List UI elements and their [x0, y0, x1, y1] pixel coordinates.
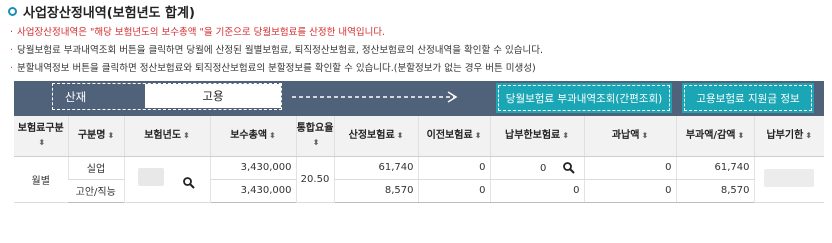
napbuhan-cell: 0: [489, 156, 584, 180]
notice-2: · 당월보험료 부과내역조회 버튼을 클릭하면 당월에 산정된 월별보험료, 퇴직…: [10, 45, 544, 56]
calculation-table: 보험료구분⬍ 구분명 ⬍ 보험년도 ⬍ 보수총액 ⬍ 통합요율⬍ 산정보험료 ⬍ 이전보…: [14, 116, 824, 203]
search-icon[interactable]: [182, 176, 196, 190]
sort-icon: ⬍: [641, 131, 649, 140]
notice-1: · 사업장산정내역은 "해당 보험년도의 보수총액 "을 기준으로 당월보험료를 …: [10, 27, 386, 38]
col-header-year[interactable]: 보험년도 ⬍: [123, 116, 210, 157]
sort-icon: ⬍: [562, 131, 569, 140]
sort-icon: ⬍: [396, 131, 404, 140]
sort-icon: ⬍: [107, 131, 115, 140]
bosu-cell: 3,430,000: [209, 156, 296, 180]
col-header-rate[interactable]: 통합요율⬍: [295, 116, 334, 157]
col-header-napbuhan[interactable]: 납부한보험료 ⬍: [489, 116, 584, 157]
insurance-type-tabs: 산재 고용: [52, 83, 282, 110]
monthly-inquiry-button[interactable]: 당월보험료 부과내역조회(간편조회): [496, 83, 672, 113]
col-header-bosu[interactable]: 보수총액 ⬍: [209, 116, 296, 157]
bullet-icon: ·: [10, 27, 14, 38]
sort-icon: ⬍: [38, 137, 46, 147]
bosu-cell: 3,430,000: [209, 179, 296, 203]
redacted-year: [138, 168, 165, 186]
sort-icon: ⬍: [474, 131, 482, 140]
napbuhan-cell: 0: [489, 179, 584, 203]
tab-goyong[interactable]: 고용: [145, 84, 281, 108]
gwanap-cell: 0: [583, 179, 676, 203]
ijeon-cell: 0: [417, 179, 490, 203]
table-header-row: 보험료구분⬍ 구분명 ⬍ 보험년도 ⬍ 보수총액 ⬍ 통합요율⬍ 산정보험료 ⬍ 이전보…: [14, 116, 824, 157]
arrow-right-icon: [292, 91, 458, 103]
tab-sanjae[interactable]: 산재: [65, 89, 86, 105]
section-title: 사업장산정내역(보험년도 합계): [8, 2, 195, 21]
rate-cell: 20.50: [295, 156, 334, 203]
sort-icon: ⬍: [312, 137, 320, 147]
col-header-napbugihan[interactable]: 납부기한 ⬍: [753, 116, 824, 157]
sort-icon: ⬍: [737, 131, 745, 140]
sanjeong-cell: 8,570: [333, 179, 418, 203]
page-title: 사업장산정내역(보험년도 합계): [23, 5, 195, 21]
insurance-year-cell: [123, 156, 210, 203]
bullet-icon: ·: [10, 45, 14, 56]
col-header-ijeon[interactable]: 이전보험료 ⬍: [417, 116, 490, 157]
sort-icon: ⬍: [269, 131, 276, 140]
bugwa-cell: 8,570: [675, 179, 754, 203]
gwanap-cell: 0: [583, 156, 676, 180]
title-bullet-icon: [8, 6, 17, 16]
notice-3: · 분할내역정보 버튼을 클릭하면 정산보험료와 퇴직정산보험료의 분할정보를 확…: [10, 63, 536, 74]
insurance-group-cell: 월별: [14, 156, 68, 203]
col-header-sanjeong[interactable]: 산정보험료 ⬍: [333, 116, 418, 157]
due-date-cell: [753, 156, 824, 203]
col-header-gubunmyeong[interactable]: 구분명 ⬍: [67, 116, 124, 157]
bullet-icon: ·: [10, 63, 14, 74]
col-header-bugwa[interactable]: 부과액/감액 ⬍: [675, 116, 754, 157]
col-header-gubun[interactable]: 보험료구분⬍: [14, 116, 68, 157]
search-icon[interactable]: [562, 161, 576, 175]
col-header-gwanap[interactable]: 과납액 ⬍: [583, 116, 676, 157]
support-info-button[interactable]: 고용보험료 지원금 정보: [682, 83, 814, 113]
redacted-due-date: [764, 168, 815, 187]
category-name-cell: 실업: [67, 156, 124, 180]
toolbar: 산재 고용 당월보험료 부과내역조회(간편조회) 고용보험료 지원금 정보: [14, 81, 824, 116]
ijeon-cell: 0: [417, 156, 490, 180]
category-name-cell: 고안/직능: [68, 179, 124, 203]
sanjeong-cell: 61,740: [333, 156, 418, 180]
table-row: 월별 실업 3,430,000 20.50 61,740 0 0 0 61,74…: [14, 156, 824, 203]
sort-icon: ⬍: [183, 131, 190, 140]
sort-icon: ⬍: [805, 131, 812, 140]
bugwa-cell: 61,740: [675, 156, 754, 180]
